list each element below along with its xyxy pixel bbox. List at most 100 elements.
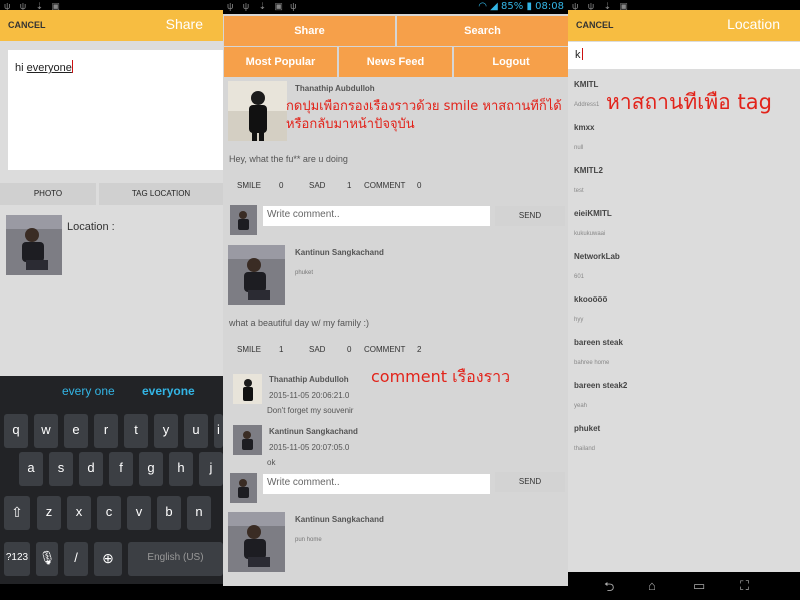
key[interactable]: j (199, 452, 223, 486)
location-name[interactable]: eieiKMITL (574, 209, 612, 218)
key[interactable]: f (109, 452, 133, 486)
key[interactable]: h (169, 452, 193, 486)
space-key[interactable]: English (US) (128, 542, 223, 576)
wifi-icon: ◠ (478, 1, 491, 12)
comment-author[interactable]: Thanathip Aubdulloh (269, 375, 349, 384)
key[interactable]: a (19, 452, 43, 486)
key[interactable]: v (127, 496, 151, 530)
comment-input[interactable]: Write comment.. (263, 474, 490, 494)
key[interactable]: g (139, 452, 163, 486)
avatar (228, 81, 287, 141)
key[interactable]: t (124, 414, 148, 448)
location-name[interactable]: KMITL (574, 80, 598, 89)
comment-author[interactable]: Kantinun Sangkachand (269, 427, 358, 436)
news-feed-button[interactable]: News Feed (339, 47, 452, 77)
key[interactable]: d (79, 452, 103, 486)
news-feed-screen: ψ ψ ⇣ ▣ ψ ◠ ◢ 85% ▮ 08:08 Share Search M… (223, 0, 568, 600)
location-name[interactable]: NetworkLab (574, 252, 620, 261)
most-popular-button[interactable]: Most Popular (224, 47, 337, 77)
status-bar: ψ ψ ⇣ ▣ ψ ◠ ◢ 85% ▮ 08:08 (223, 0, 568, 14)
share-button[interactable]: Share (224, 16, 395, 46)
location-name[interactable]: bareen steak2 (574, 381, 627, 390)
search-button[interactable]: Search (397, 16, 568, 46)
key[interactable]: e (64, 414, 88, 448)
key[interactable]: n (187, 496, 211, 530)
home-icon[interactable]: ⌂ (648, 578, 656, 593)
key[interactable]: s (49, 452, 73, 486)
back-icon[interactable]: ⮌ (604, 578, 614, 600)
send-button[interactable]: SEND (495, 472, 565, 492)
location-address: test (574, 188, 584, 194)
battery-icon: ▮ (526, 1, 532, 12)
header-title: Location (727, 16, 780, 32)
compose-text-start: hi (15, 62, 27, 74)
location-name[interactable]: KMITL2 (574, 166, 603, 175)
header-title: Share (165, 16, 203, 32)
suggestion-item[interactable]: everyone (142, 384, 195, 398)
sad-button[interactable]: SAD (309, 345, 325, 354)
comment-input[interactable]: Write comment.. (263, 206, 490, 226)
screenshot-icon[interactable]: ⛶ (740, 578, 749, 594)
post-place[interactable]: phuket (295, 270, 313, 276)
post-author[interactable]: Kantinun Sangkachand (295, 248, 384, 257)
key[interactable]: w (34, 414, 58, 448)
post-text: what a beautiful day w/ my family :) (229, 318, 370, 328)
key[interactable]: q (4, 414, 28, 448)
location-name[interactable]: phuket (574, 424, 600, 433)
compose-input[interactable]: hi everyone (8, 50, 223, 170)
recent-apps-icon[interactable]: ▭ (693, 578, 705, 594)
compose-text: hi everyone (15, 60, 73, 74)
search-value: k (575, 49, 581, 61)
cancel-button[interactable]: CANCEL (576, 20, 614, 30)
key[interactable]: c (97, 496, 121, 530)
key[interactable]: y (154, 414, 178, 448)
comment-text: Don't forget my souvenir (267, 406, 354, 415)
comment-button[interactable]: COMMENT (364, 181, 405, 190)
post-author[interactable]: Kantinun Sangkachand (295, 515, 384, 524)
globe-icon[interactable]: ⊕ (94, 542, 122, 576)
compose-actions: PHOTO TAG LOCATION (0, 183, 223, 205)
post-place[interactable]: pun home (295, 537, 322, 543)
tag-location-button[interactable]: TAG LOCATION (99, 183, 223, 205)
photo-button[interactable]: PHOTO (0, 183, 96, 205)
location-search-input[interactable]: k (568, 42, 800, 69)
key-row: ?123 🎙 / ⊕ English (US) (0, 542, 223, 576)
share-compose-screen: ψ ψ ⇣ ▣ CANCEL Share hi everyone PHOTO T… (0, 0, 223, 600)
sad-count: 0 (347, 345, 352, 354)
avatar (230, 205, 257, 235)
smile-button[interactable]: SMILE (237, 181, 261, 190)
location-label: Location : (67, 221, 115, 233)
send-button[interactable]: SEND (495, 206, 565, 226)
symbols-key[interactable]: ?123 (4, 542, 30, 576)
key[interactable]: r (94, 414, 118, 448)
key[interactable]: / (64, 542, 88, 576)
location-address: yeah (574, 403, 588, 409)
location-name[interactable]: bareen steak (574, 338, 623, 347)
navigation-bar: ⮌ ⌂ ▭ ⛶ (568, 572, 800, 600)
post-author[interactable]: Thanathip Aubdulloh (295, 84, 375, 93)
signal-icon: ◢ (490, 1, 502, 12)
key[interactable]: i (214, 414, 223, 448)
download-icon: ⇣ (258, 1, 267, 11)
comment-button[interactable]: COMMENT (364, 345, 405, 354)
location-name[interactable]: kkooõõõ (574, 295, 607, 304)
cancel-button[interactable]: CANCEL (8, 20, 46, 30)
key[interactable]: z (37, 496, 61, 530)
smile-button[interactable]: SMILE (237, 345, 261, 354)
shift-key-icon[interactable]: ⇧ (4, 496, 30, 530)
suggestion-item[interactable]: every one (62, 384, 115, 398)
comment-text: ok (267, 458, 276, 467)
location-name[interactable]: kmxx (574, 123, 594, 132)
filter-annotation: กดปุมเพือกรองเรืองราวด้วย smile หาสถานที… (286, 99, 562, 132)
key[interactable]: u (184, 414, 208, 448)
comment-annotation: comment เรืองราว (371, 367, 511, 386)
sad-button[interactable]: SAD (309, 181, 325, 190)
microphone-icon[interactable]: 🎙 (36, 542, 58, 576)
location-address: null (574, 145, 584, 151)
key-row: a s d f g h j (0, 452, 223, 486)
comment-time: 2015-11-05 20:07:05.0 (269, 443, 350, 452)
navigation-bar (0, 584, 223, 600)
key[interactable]: x (67, 496, 91, 530)
logout-button[interactable]: Logout (454, 47, 568, 77)
key[interactable]: b (157, 496, 181, 530)
